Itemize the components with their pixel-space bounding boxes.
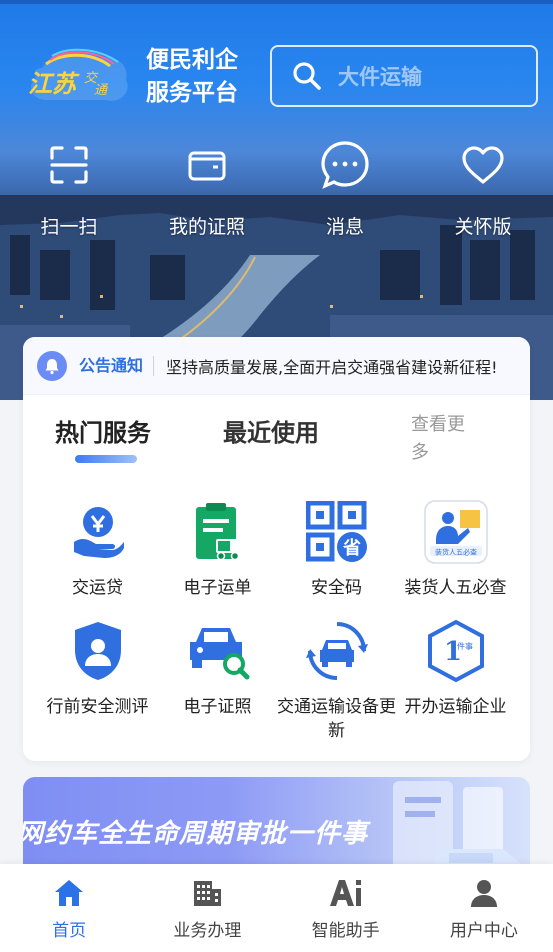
banner-title: 网约车全生命周期审批一件事 xyxy=(23,819,369,849)
status-strip xyxy=(0,0,553,4)
building-icon xyxy=(194,881,222,906)
service-label: 电子证照 xyxy=(183,697,252,717)
svg-text:件事: 件事 xyxy=(457,641,473,651)
shield-driver-icon xyxy=(74,622,121,680)
loan-hand-icon xyxy=(73,507,124,558)
nav-business[interactable]: 业务办理 xyxy=(138,864,276,952)
service-open-transport-company[interactable]: 1 件事 开办运输企业 xyxy=(393,619,518,719)
service-label: 交运贷 xyxy=(72,578,123,598)
promo-banner[interactable]: 网约车全生命周期审批一件事 xyxy=(23,777,530,877)
view-more-link[interactable]: 查看更多 xyxy=(411,411,481,467)
service-safety-code[interactable]: 省 安全码 xyxy=(274,500,399,600)
service-label: 装货人五必查 xyxy=(404,578,507,598)
quick-action-label: 扫一扫 xyxy=(40,216,98,238)
qr-badge-text: 省 xyxy=(342,537,361,559)
wallet-icon xyxy=(188,151,226,181)
quick-action-my-licenses[interactable]: 我的证照 xyxy=(152,140,262,239)
service-e-license[interactable]: 电子证照 xyxy=(155,619,280,719)
nav-label: 用户中心 xyxy=(449,921,518,941)
svg-text:江苏: 江苏 xyxy=(28,69,80,98)
search-icon xyxy=(293,62,321,90)
service-tabs: 热门服务 最近使用 查看更多 xyxy=(23,395,530,485)
nav-label: 首页 xyxy=(52,921,87,941)
loader-badge-text: 装货人五必查 xyxy=(435,548,477,557)
platform-name: 便民利企 服务平台 xyxy=(146,44,238,110)
nav-ai-assistant[interactable]: 智能助手 xyxy=(277,864,415,952)
heart-icon xyxy=(462,146,504,184)
svg-text:通: 通 xyxy=(94,83,109,98)
service-label: 电子运单 xyxy=(183,578,252,598)
brand-line-1: 便民利企 xyxy=(146,47,238,73)
announcement-bar[interactable]: 公告通知 坚持高质量发展,全面开启交通强省建设新征程! xyxy=(23,337,530,395)
announcement-tag: 公告通知 xyxy=(79,355,155,376)
banner-car-illustration xyxy=(393,781,530,877)
nav-label: 业务办理 xyxy=(173,921,242,941)
service-label: 安全码 xyxy=(311,578,362,598)
nav-home[interactable]: 首页 xyxy=(0,864,138,952)
waybill-truck-icon xyxy=(195,503,239,561)
service-loader-five-checks[interactable]: 装货人五必查 装货人五必查 xyxy=(393,500,518,600)
announcement-text: 坚持高质量发展,全面开启交通强省建设新征程! xyxy=(166,357,498,377)
car-search-icon xyxy=(189,628,249,680)
service-pre-trip-safety[interactable]: 行前安全测评 xyxy=(35,619,160,719)
qr-code-icon: 省 xyxy=(305,501,367,562)
loader-check-icon: 装货人五必查 xyxy=(423,500,488,564)
quick-action-label: 我的证照 xyxy=(168,216,245,238)
quick-action-care-mode[interactable]: 关怀版 xyxy=(428,140,538,239)
service-jiaoyundai[interactable]: 交运贷 xyxy=(35,500,160,600)
scan-icon xyxy=(50,146,88,184)
brand-line-2: 服务平台 xyxy=(146,80,238,106)
nav-user-center[interactable]: 用户中心 xyxy=(415,864,553,952)
quick-action-messages[interactable]: 消息 xyxy=(290,140,400,239)
bell-icon xyxy=(37,350,67,381)
service-label: 交通运输设备更新 xyxy=(277,697,396,741)
quick-action-label: 消息 xyxy=(325,216,364,238)
nav-label: 智能助手 xyxy=(311,921,380,941)
jiangsu-transport-logo: 江苏 交 通 xyxy=(28,48,128,101)
active-tab-indicator xyxy=(75,455,137,463)
service-label: 行前安全测评 xyxy=(46,697,149,717)
quick-action-label: 关怀版 xyxy=(454,216,512,238)
services-card: 公告通知 坚持高质量发展,全面开启交通强省建设新征程! 热门服务 最近使用 查看… xyxy=(23,337,530,761)
one-thing-hex-icon: 1 件事 xyxy=(427,619,484,683)
home-icon xyxy=(55,880,84,906)
service-equipment-renewal[interactable]: 交通运输设备更新 xyxy=(274,619,399,743)
service-e-waybill[interactable]: 电子运单 xyxy=(155,500,280,600)
search-placeholder: 大件运输 xyxy=(338,65,422,89)
message-icon xyxy=(321,141,369,189)
tab-recent[interactable]: 最近使用 xyxy=(223,413,319,448)
user-icon xyxy=(470,880,497,907)
service-label: 开办运输企业 xyxy=(404,697,507,717)
bottom-navigation: 首页 业务办理 智能助手 用户中心 xyxy=(0,864,553,952)
tab-hot-services[interactable]: 热门服务 xyxy=(55,413,151,448)
quick-action-scan[interactable]: 扫一扫 xyxy=(14,140,124,239)
ai-icon xyxy=(329,880,361,906)
car-refresh-icon xyxy=(305,622,368,680)
search-input[interactable]: 大件运输 xyxy=(270,45,538,107)
